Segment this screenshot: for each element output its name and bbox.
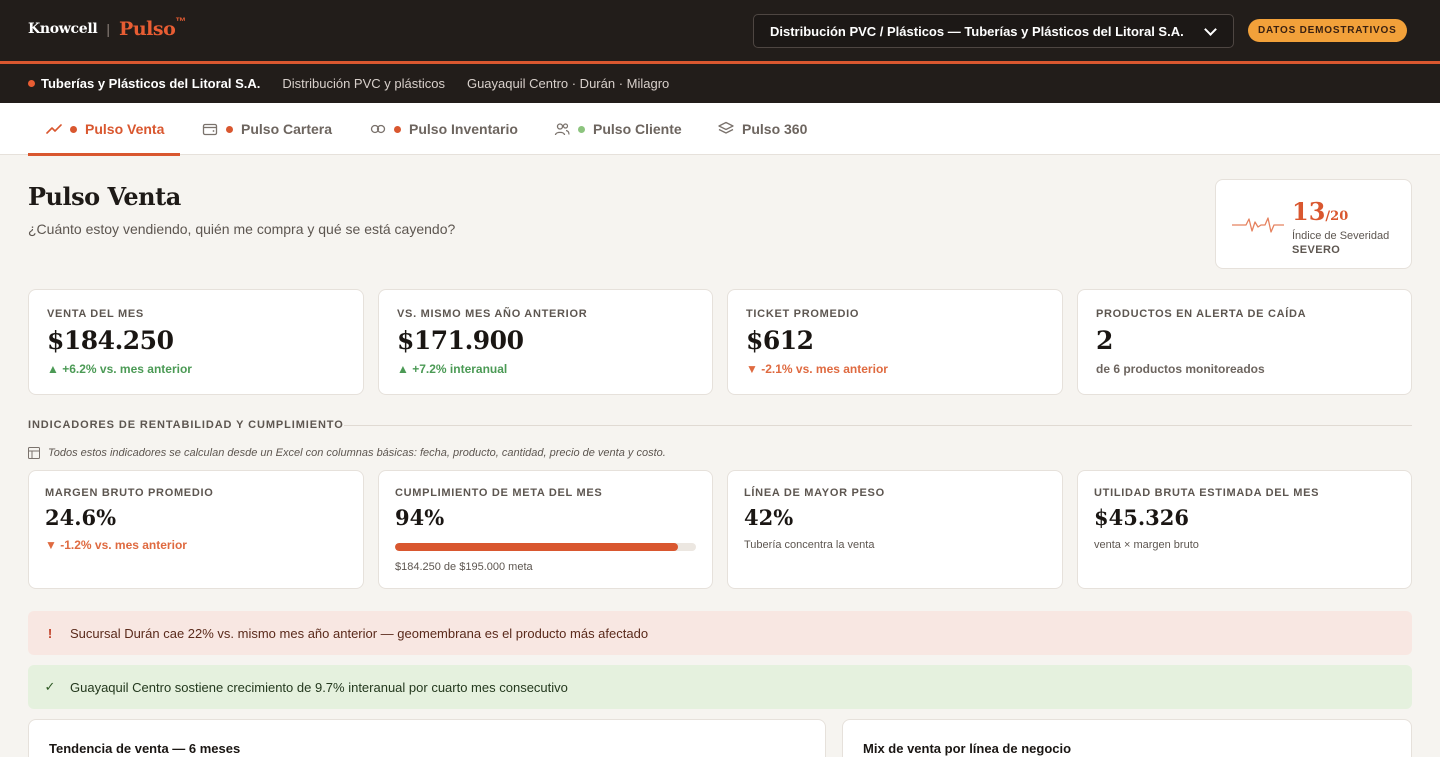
company-industry: Distribución PVC y plásticos (282, 76, 445, 91)
sales-trend-card: Tendencia de venta — 6 meses (28, 719, 826, 757)
indicator-card-linea: LÍNEA DE MAYOR PESO 42% Tubería concentr… (727, 470, 1063, 589)
indicator-label: UTILIDAD BRUTA ESTIMADA DEL MES (1094, 487, 1320, 499)
demo-data-badge: DATOS DEMOSTRATIVOS (1248, 19, 1407, 42)
brand-product: Pulso (119, 18, 176, 40)
tab-pulso-360[interactable]: Pulso 360 (718, 103, 807, 155)
company-context-bar: Tuberías y Plásticos del Litoral S.A. Di… (0, 64, 1440, 103)
goal-progress-note: $184.250 de $195.000 meta (395, 561, 533, 573)
users-icon (554, 121, 570, 137)
chevron-down-icon (1204, 22, 1217, 36)
kpi-label: PRODUCTOS EN ALERTA DE CAÍDA (1096, 308, 1307, 320)
tab-pulso-cartera[interactable]: Pulso Cartera (202, 103, 332, 155)
kpi-delta: ▲ +7.2% interanual (397, 362, 508, 376)
tab-status-dot (578, 125, 585, 133)
kpi-label: VS. MISMO MES AÑO ANTERIOR (397, 308, 588, 320)
check-icon: ✓ (44, 679, 56, 694)
indicator-note: Tubería concentra la venta (744, 539, 875, 551)
brand-logo[interactable]: Knowcell | Pulso ™ (28, 16, 187, 40)
indicator-value: 94% (395, 505, 445, 530)
severity-level: SEVERO (1292, 244, 1341, 256)
tab-label: Pulso Venta (85, 121, 165, 137)
heartbeat-icon (1232, 215, 1284, 240)
indicator-value: 42% (744, 505, 794, 530)
infinity-icon (370, 121, 386, 137)
section-note: Todos estos indicadores se calculan desd… (28, 447, 666, 459)
section-divider (344, 425, 1412, 426)
company-locations: Guayaquil Centro · Durán · Milagro (466, 76, 670, 91)
brand-separator: | (106, 21, 111, 37)
indicator-card-utilidad: UTILIDAD BRUTA ESTIMADA DEL MES $45.326 … (1077, 470, 1412, 589)
kpi-delta: ▲ +6.2% vs. mes anterior (47, 362, 192, 376)
indicator-label: LÍNEA DE MAYOR PESO (744, 487, 885, 499)
indicator-card-margen: MARGEN BRUTO PROMEDIO 24.6% ▼ -1.2% vs. … (28, 470, 364, 589)
wallet-icon (202, 121, 218, 137)
indicator-note: venta × margen bruto (1094, 539, 1199, 551)
tab-status-dot (226, 125, 233, 133)
kpi-value: $184.250 (47, 326, 174, 355)
page-subtitle: ¿Cuánto estoy vendiendo, quién me compra… (28, 221, 456, 237)
company-selector-value: Distribución PVC / Plásticos — Tuberías … (770, 23, 1184, 39)
spreadsheet-icon (28, 447, 40, 459)
tab-status-dot (394, 125, 401, 133)
kpi-card-venta-mes: VENTA DEL MES $184.250 ▲ +6.2% vs. mes a… (28, 289, 364, 395)
severity-index-card: 13/20 Índice de Severidad SEVERO (1215, 179, 1412, 269)
sales-trend-title: Tendencia de venta — 6 meses (49, 741, 241, 756)
indicator-label: CUMPLIMIENTO DE META DEL MES (395, 487, 603, 499)
severity-score-value: 13 (1292, 197, 1326, 226)
indicator-label: MARGEN BRUTO PROMEDIO (45, 487, 214, 499)
warning-icon: ! (47, 625, 53, 641)
kpi-card-productos-alerta: PRODUCTOS EN ALERTA DE CAÍDA 2 de 6 prod… (1077, 289, 1412, 395)
alert-success: ✓ Guayaquil Centro sostiene crecimiento … (28, 665, 1412, 709)
kpi-delta: ▼ -2.1% vs. mes anterior (746, 362, 888, 376)
kpi-card-vs-anio-anterior: VS. MISMO MES AÑO ANTERIOR $171.900 ▲ +7… (378, 289, 713, 395)
tab-label: Pulso 360 (742, 121, 808, 137)
module-tabs: Pulso Venta Pulso Cartera Pulso Inventar… (0, 103, 1440, 156)
indicator-card-meta: CUMPLIMIENTO DE META DEL MES 94% $184.25… (378, 470, 713, 589)
brand-trademark: ™ (175, 16, 187, 28)
indicator-value: $45.326 (1094, 505, 1189, 530)
kpi-delta: de 6 productos monitoreados (1096, 362, 1265, 376)
kpi-label: TICKET PROMEDIO (746, 308, 860, 320)
alert-text: Sucursal Durán cae 22% vs. mismo mes año… (70, 625, 649, 641)
kpi-label: VENTA DEL MES (47, 308, 144, 320)
tab-label: Pulso Cliente (593, 121, 682, 137)
section-note-text: Todos estos indicadores se calculan desd… (48, 447, 666, 459)
kpi-value: 2 (1096, 326, 1113, 355)
indicator-value: 24.6% (45, 505, 117, 530)
severity-score: 13/20 (1292, 197, 1348, 226)
goal-progress-bar (395, 543, 696, 551)
layers-icon (718, 121, 734, 137)
tab-status-dot (70, 125, 77, 133)
tab-label: Pulso Inventario (409, 121, 518, 137)
alert-danger: ! Sucursal Durán cae 22% vs. mismo mes a… (28, 611, 1412, 655)
alert-text: Guayaquil Centro sostiene crecimiento de… (70, 679, 568, 695)
top-bar: Knowcell | Pulso ™ Distribución PVC / Pl… (0, 0, 1440, 61)
status-dot (28, 80, 35, 87)
kpi-card-ticket-promedio: TICKET PROMEDIO $612 ▼ -2.1% vs. mes ant… (727, 289, 1063, 395)
page-title: Pulso Venta (28, 182, 181, 211)
severity-score-max: /20 (1325, 209, 1349, 224)
company-name: Tuberías y Plásticos del Litoral S.A. (41, 76, 261, 91)
tab-pulso-venta[interactable]: Pulso Venta (28, 103, 180, 156)
section-title: INDICADORES DE RENTABILIDAD Y CUMPLIMIEN… (28, 419, 344, 431)
tab-label: Pulso Cartera (241, 121, 333, 137)
company-selector[interactable]: Distribución PVC / Plásticos — Tuberías … (753, 14, 1234, 48)
severity-label: Índice de Severidad (1292, 230, 1390, 242)
tab-pulso-cliente[interactable]: Pulso Cliente (554, 103, 682, 155)
sales-mix-card: Mix de venta por línea de negocio (842, 719, 1412, 757)
sales-mix-title: Mix de venta por línea de negocio (863, 741, 1072, 756)
kpi-value: $612 (746, 326, 814, 355)
trend-line-icon (46, 121, 62, 137)
brand-company: Knowcell (28, 21, 98, 37)
tab-pulso-inventario[interactable]: Pulso Inventario (370, 103, 518, 155)
indicator-delta: ▼ -1.2% vs. mes anterior (45, 538, 187, 552)
kpi-value: $171.900 (397, 326, 524, 355)
goal-progress-fill (395, 543, 678, 551)
